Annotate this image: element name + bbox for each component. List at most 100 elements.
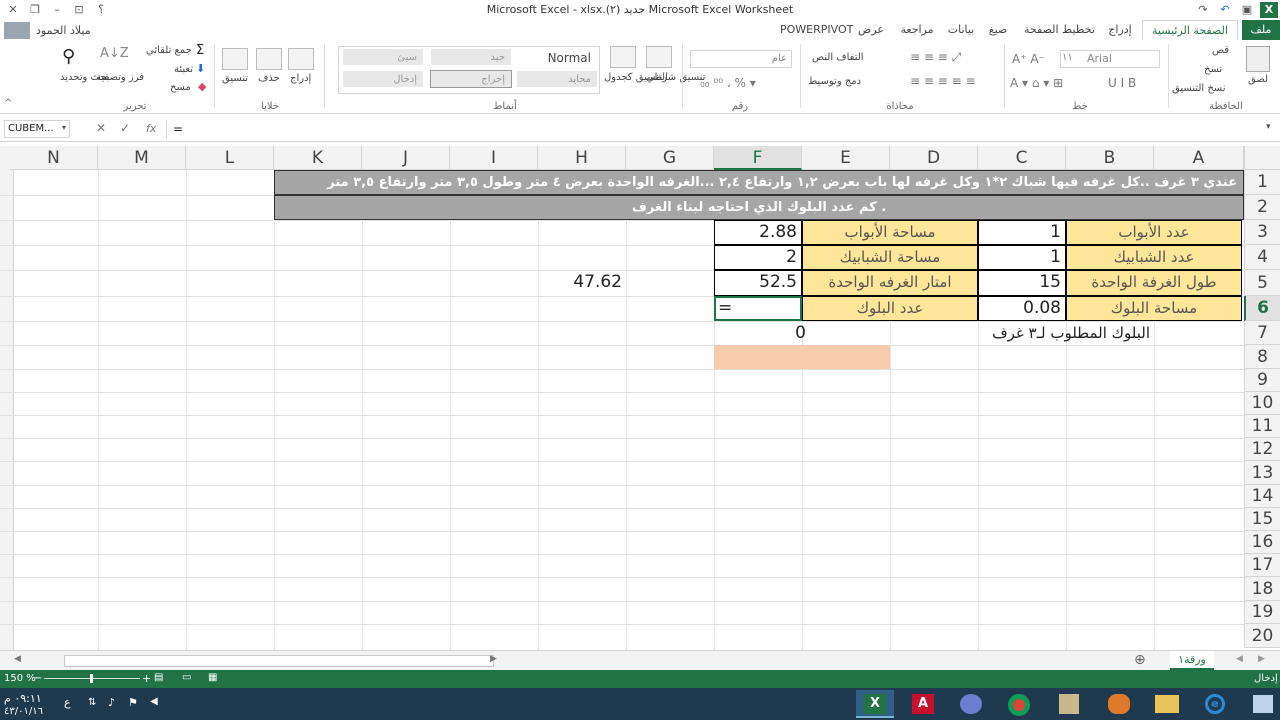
tray-expand-icon[interactable]: ◀	[150, 696, 158, 707]
col-header-d[interactable]: D	[890, 146, 978, 170]
undo-icon[interactable]: ↶	[1216, 2, 1234, 18]
clock-date[interactable]: ٤٣/٠١/١٦	[4, 706, 43, 717]
taskbar-ie[interactable]: e	[1196, 690, 1234, 718]
conditional-formatting-icon[interactable]	[646, 46, 672, 68]
row-header-20[interactable]: 20	[1244, 624, 1280, 648]
new-sheet-icon[interactable]: ⊕	[1134, 652, 1146, 668]
restore-icon[interactable]: ❐	[26, 2, 44, 18]
row-header-19[interactable]: 19	[1244, 601, 1280, 624]
page-layout-view-icon[interactable]: ▭	[182, 672, 191, 683]
font-size-select[interactable]: ١١	[1062, 52, 1073, 63]
scroll-right-icon[interactable]: ▶	[490, 654, 497, 664]
ribbon-display-icon[interactable]: ⊡	[70, 2, 88, 18]
find-select-button[interactable]: بحث وتحديد	[60, 72, 110, 83]
col-header-c[interactable]: C	[978, 146, 1066, 170]
zoom-out-icon[interactable]: −	[34, 673, 42, 684]
label-cell-room-meters[interactable]: امتار الغرفه الواحدة	[802, 270, 978, 296]
tab-page-layout[interactable]: تخطيط الصفحة	[1024, 20, 1095, 40]
redo-icon[interactable]: ↷	[1194, 2, 1212, 18]
value-cell-room-length[interactable]: 15	[978, 270, 1066, 296]
horizontal-scrollbar[interactable]	[64, 655, 494, 667]
cell-c7[interactable]: البلوك المطلوب لـ٣ غرف	[890, 321, 1150, 345]
spreadsheet-grid[interactable]: N M L K J I H G F E D C B A 1 2 3 4 5 6 …	[0, 146, 1280, 650]
minimize-icon[interactable]: –	[48, 2, 66, 18]
autosum-icon[interactable]: Σ	[196, 43, 204, 58]
number-format-icons[interactable]: ₀₀ ⁰⁰ ، % ▾	[700, 76, 756, 90]
zoom-level[interactable]: 150 %	[4, 673, 36, 684]
cut-button[interactable]: قص	[1212, 45, 1229, 56]
format-cells-button[interactable]: تنسيق	[222, 73, 248, 84]
fill-button[interactable]: تعبئة	[174, 64, 193, 75]
font-grow-shrink-icons[interactable]: A⁺ A⁻	[1012, 52, 1045, 66]
merge-center-button[interactable]: دمج وتوسيط	[808, 76, 861, 87]
col-header-b[interactable]: B	[1066, 146, 1154, 170]
row-header-15[interactable]: 15	[1244, 508, 1280, 531]
expand-formula-icon[interactable]: ▾	[1266, 122, 1271, 132]
row-header-6[interactable]: 6	[1244, 296, 1280, 321]
orientation-icons[interactable]: ≡ ≡ ≡ ⤢	[910, 50, 961, 65]
tab-home[interactable]: الصفحة الرئيسية	[1142, 20, 1238, 40]
style-input[interactable]: إدخال	[342, 70, 424, 88]
tab-file[interactable]: ملف	[1242, 20, 1280, 40]
copy-button[interactable]: نسخ	[1204, 64, 1222, 75]
tab-formulas[interactable]: صيغ	[986, 20, 1010, 40]
font-name-select[interactable]: Arial	[1060, 50, 1160, 68]
tab-view[interactable]: عرض	[856, 20, 886, 40]
col-header-g[interactable]: G	[626, 146, 714, 170]
taskbar-media[interactable]	[1100, 690, 1138, 718]
row-header-13[interactable]: 13	[1244, 461, 1280, 485]
taskbar-excel[interactable]: X	[856, 690, 894, 718]
style-bad[interactable]: سيئ	[342, 48, 424, 66]
wrap-text-button[interactable]: التفاف النص	[812, 52, 864, 63]
start-button[interactable]	[1244, 690, 1280, 718]
format-cells-icon[interactable]	[222, 48, 248, 70]
formula-input[interactable]: =	[166, 120, 1266, 138]
format-painter-button[interactable]: نسخ التنسيق	[1172, 83, 1225, 94]
row-header-2[interactable]: 2	[1244, 195, 1280, 220]
value-cell-windows-area[interactable]: 2	[714, 245, 802, 270]
row-header-7[interactable]: 7	[1244, 321, 1280, 345]
label-cell-block-area[interactable]: مساحة البلوك	[1066, 296, 1242, 321]
label-cell-doors-count[interactable]: عدد الأبواب	[1066, 220, 1242, 245]
bold-italic-underline-icons[interactable]: U I B	[1108, 76, 1136, 90]
user-name[interactable]: ميلاد الحمود	[36, 24, 91, 37]
delete-cells-icon[interactable]	[256, 48, 282, 70]
clock-time[interactable]: ٠٩:١١ م	[4, 692, 42, 705]
conditional-formatting-button[interactable]: تنسيق شرطي	[646, 72, 705, 83]
col-header-j[interactable]: J	[362, 146, 450, 170]
col-header-a[interactable]: A	[1154, 146, 1244, 170]
clear-button[interactable]: مسح	[170, 82, 191, 93]
tab-insert[interactable]: إدراج	[1104, 20, 1136, 40]
delete-cells-button[interactable]: حذف	[258, 73, 280, 84]
taskbar-app[interactable]	[952, 690, 990, 718]
taskbar-chrome[interactable]	[1000, 690, 1038, 718]
col-header-h[interactable]: H	[538, 146, 626, 170]
format-as-table-icon[interactable]	[610, 46, 636, 68]
save-icon[interactable]: ▣	[1238, 2, 1256, 18]
insert-cells-icon[interactable]	[288, 48, 314, 70]
col-header-n[interactable]: N	[10, 146, 98, 170]
row-header-17[interactable]: 17	[1244, 554, 1280, 577]
style-neutral[interactable]: محايد	[516, 70, 598, 88]
value-cell-room-meters[interactable]: 52.5	[714, 270, 802, 296]
number-format-select[interactable]: عام	[690, 50, 792, 68]
col-header-i[interactable]: I	[450, 146, 538, 170]
align-icons[interactable]: ≡ ≡ ≡ ≡ ≡	[910, 74, 976, 88]
cell-f7[interactable]: 0	[714, 321, 806, 345]
page-break-view-icon[interactable]: ▤	[154, 672, 163, 683]
sort-filter-button[interactable]: فرز وتصفية	[96, 72, 144, 83]
taskbar-explorer[interactable]	[1148, 690, 1186, 718]
row-header-12[interactable]: 12	[1244, 438, 1280, 461]
select-all-corner[interactable]	[1244, 146, 1280, 170]
scroll-left-icon[interactable]: ◀	[14, 654, 21, 664]
row-header-14[interactable]: 14	[1244, 485, 1280, 508]
vertical-scrollbar[interactable]	[0, 146, 14, 650]
flag-icon[interactable]: ⚑	[128, 696, 138, 709]
label-cell-block-count[interactable]: عدد البلوك	[802, 296, 978, 321]
row-header-1[interactable]: 1	[1244, 170, 1280, 195]
paste-button[interactable]: لصق	[1248, 74, 1268, 85]
zoom-slider-thumb[interactable]	[90, 674, 93, 683]
autosum-button[interactable]: جمع تلقائي	[146, 45, 192, 56]
style-good[interactable]: جيد	[430, 48, 512, 66]
question-cell[interactable]: كم عدد البلوك الذي احتاجه لبناء الغرف .	[274, 195, 1244, 220]
